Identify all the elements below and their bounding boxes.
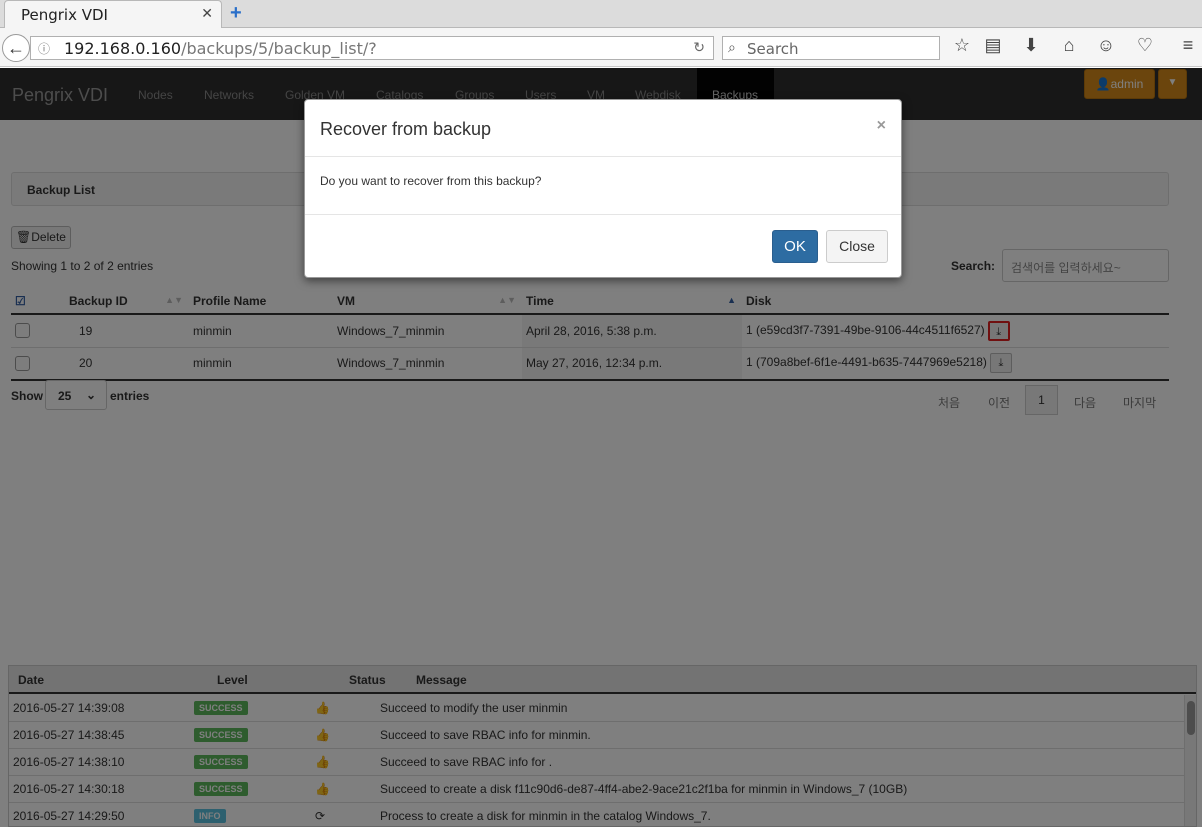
close-button[interactable]: Close <box>826 230 888 263</box>
browser-tabbar: Pengrix VDI ✕ + <box>0 0 1202 28</box>
reading-list-icon[interactable]: ▤ <box>982 35 1004 56</box>
url-host: 192.168.0.160 <box>64 39 182 58</box>
pocket-icon[interactable]: ♡ <box>1134 35 1156 56</box>
browser-search-placeholder: Search <box>747 40 799 58</box>
url-bar[interactable]: ⓘ 192.168.0.160/backups/5/backup_list/? … <box>30 36 714 60</box>
menu-icon[interactable]: ≡ <box>1177 35 1199 56</box>
ok-button[interactable]: OK <box>772 230 818 263</box>
bookmark-star-icon[interactable]: ☆ <box>951 35 973 56</box>
hello-icon[interactable]: ☺ <box>1095 35 1117 56</box>
tab-title: Pengrix VDI <box>21 6 108 24</box>
modal-message: Do you want to recover from this backup? <box>320 174 542 188</box>
info-icon[interactable]: ⓘ <box>38 40 50 57</box>
browser-tab[interactable]: Pengrix VDI ✕ <box>4 0 222 28</box>
new-tab-icon[interactable]: + <box>230 2 242 25</box>
modal-divider <box>305 156 901 157</box>
url-text: 192.168.0.160/backups/5/backup_list/? <box>64 39 377 58</box>
download-icon[interactable]: ⬇ <box>1020 35 1042 56</box>
search-icon: ⌕ <box>728 39 736 55</box>
home-icon[interactable]: ⌂ <box>1058 35 1080 56</box>
recover-modal: Recover from backup × Do you want to rec… <box>304 99 902 278</box>
reload-icon[interactable]: ↻ <box>693 39 705 56</box>
modal-title: Recover from backup <box>320 119 492 139</box>
browser-search-input[interactable]: ⌕ Search <box>722 36 940 60</box>
modal-divider <box>305 214 901 215</box>
browser-navbar: ← ⓘ 192.168.0.160/backups/5/backup_list/… <box>0 28 1202 67</box>
tab-close-icon[interactable]: ✕ <box>201 5 213 22</box>
url-path: /backups/5/backup_list/? <box>181 39 377 58</box>
back-button[interactable]: ← <box>2 34 30 62</box>
modal-close-icon[interactable]: × <box>877 117 886 135</box>
